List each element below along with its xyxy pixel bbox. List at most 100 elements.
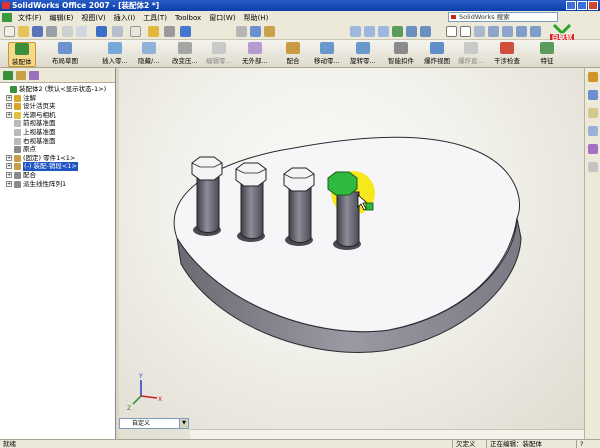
svg-text:Z: Z — [127, 405, 131, 412]
hide-show-icon — [141, 42, 156, 54]
property-manager-tab-icon[interactable] — [16, 71, 26, 80]
copy-icon[interactable] — [76, 26, 87, 37]
cmd-interference-detection[interactable]: 干涉检查 — [494, 42, 520, 65]
minimize-button[interactable] — [566, 1, 576, 10]
maximize-button[interactable] — [577, 1, 587, 10]
pin-3[interactable] — [283, 167, 315, 246]
cmd-rotate-component[interactable]: 旋转零... — [350, 42, 376, 65]
menu-edit[interactable]: 编辑(E) — [46, 13, 78, 23]
configuration-manager-tab-icon[interactable] — [29, 71, 39, 80]
shaded-icon[interactable] — [474, 26, 485, 37]
pan-icon[interactable] — [406, 26, 417, 37]
realview-icon[interactable] — [516, 26, 527, 37]
standard-views-icon[interactable] — [420, 26, 431, 37]
cmd-exploded-view[interactable]: 爆炸视图 — [424, 42, 450, 65]
grid-icon[interactable] — [236, 26, 247, 37]
chevron-down-icon[interactable]: ▼ — [179, 419, 188, 428]
home-icon[interactable] — [588, 72, 598, 82]
measure-icon[interactable] — [264, 26, 275, 37]
expand-icon[interactable]: + — [6, 154, 12, 161]
cmd-assembly-tab[interactable]: 装配体 — [8, 42, 36, 67]
cmd-no-external-refs[interactable]: 无外部... — [242, 42, 268, 65]
menu-insert[interactable]: 插入(I) — [110, 13, 140, 23]
options-icon[interactable] — [164, 26, 175, 37]
tree-item[interactable]: + 注解 — [0, 94, 115, 103]
part-icon — [14, 163, 21, 171]
tree-item[interactable]: 原点 — [0, 145, 115, 154]
horizontal-scrollbar[interactable] — [190, 429, 584, 439]
tree-item[interactable]: 装配体2 (默认<显示状态-1>) — [0, 85, 115, 94]
tree-item[interactable]: + 光源与相机 — [0, 111, 115, 120]
cmd-change-suppression[interactable]: 改变压... — [172, 42, 198, 65]
expand-icon[interactable]: + — [6, 103, 12, 110]
expand-icon[interactable]: + — [6, 94, 12, 101]
file-explorer-icon[interactable] — [588, 108, 598, 118]
design-library-icon[interactable] — [588, 90, 598, 100]
search-input[interactable]: SolidWorks 搜索 — [448, 12, 558, 22]
menu-toolbox[interactable]: Toolbox — [171, 14, 205, 22]
appearances-icon[interactable] — [588, 162, 598, 172]
tree-item[interactable]: 右视基准面 — [0, 137, 115, 146]
panel-tabs — [0, 68, 115, 83]
print-icon[interactable] — [46, 26, 57, 37]
undo-icon[interactable] — [96, 26, 107, 37]
wireframe-icon[interactable] — [446, 26, 457, 37]
cmd-move-component[interactable]: 移动零... — [314, 42, 340, 65]
cmd-smart-fasteners[interactable]: 智能扣件 — [388, 42, 414, 65]
status-help[interactable]: ? — [576, 440, 586, 448]
menu-view[interactable]: 视图(V) — [77, 13, 109, 23]
tree-item[interactable]: + 设计活页夹 — [0, 102, 115, 111]
pin-2[interactable] — [235, 162, 267, 242]
zoom-area-icon[interactable] — [364, 26, 375, 37]
cmd-layout-sketch[interactable]: 布局草图 — [52, 42, 78, 65]
zoom-in-out-icon[interactable] — [378, 26, 389, 37]
save-icon[interactable] — [32, 26, 43, 37]
menu-tools[interactable]: 工具(T) — [139, 13, 171, 23]
tree-item[interactable]: 前视基准面 — [0, 119, 115, 128]
cut-icon[interactable] — [62, 26, 73, 37]
tree-item[interactable]: + (-) 装配-销段<1> — [0, 162, 115, 171]
menu-window[interactable]: 窗口(W) — [205, 13, 239, 23]
menu-file[interactable]: 文件(F) — [14, 13, 46, 23]
view-palette-icon[interactable] — [588, 144, 598, 154]
shaded-edges-icon[interactable] — [488, 26, 499, 37]
tree-item[interactable]: + 派生线性阵列1 — [0, 180, 115, 189]
section-view-icon[interactable] — [502, 26, 513, 37]
close-button[interactable] — [588, 1, 598, 10]
graphics-area[interactable]: Y X Z — [119, 68, 584, 439]
tree-item[interactable]: + 配合 — [0, 171, 115, 180]
cmd-insert-component[interactable]: 插入零... — [102, 42, 128, 65]
new-icon[interactable] — [4, 26, 15, 37]
expand-icon[interactable]: + — [6, 163, 12, 170]
menu-help[interactable]: 帮助(H) — [240, 13, 273, 23]
expand-icon[interactable]: + — [6, 180, 12, 187]
help-icon[interactable] — [180, 26, 191, 37]
tree-item-label: 右视基准面 — [23, 136, 56, 145]
rebuild-icon[interactable] — [148, 26, 159, 37]
feature-manager-tab-icon[interactable] — [3, 71, 13, 80]
shadows-icon[interactable] — [530, 26, 541, 37]
search-dropdown-icon[interactable] — [451, 15, 456, 19]
configuration-select[interactable]: 自定义 ▼ — [119, 418, 189, 429]
hidden-lines-icon[interactable] — [460, 26, 471, 37]
features-icon — [540, 42, 554, 54]
open-icon[interactable] — [18, 26, 29, 37]
redo-icon[interactable] — [112, 26, 123, 37]
assembly-model[interactable]: Y X Z — [119, 68, 584, 439]
cmd-hide-show[interactable]: 隐藏/... — [138, 42, 159, 65]
rotate-icon[interactable] — [392, 26, 403, 37]
cmd-edit-component[interactable]: 编辑零... — [206, 42, 232, 65]
cmd-features[interactable]: 特征 — [540, 42, 554, 65]
zoom-fit-icon[interactable] — [350, 26, 361, 37]
tree-item[interactable]: 上视基准面 — [0, 128, 115, 137]
expand-icon[interactable]: + — [6, 111, 12, 118]
select-icon[interactable] — [130, 26, 141, 37]
cmd-explode-line[interactable]: 爆炸直... — [458, 42, 484, 65]
layout-sketch-icon — [58, 42, 72, 54]
search-results-icon[interactable] — [588, 126, 598, 136]
pin-1[interactable] — [191, 156, 223, 236]
cmd-mate[interactable]: 配合 — [286, 42, 300, 65]
expand-icon[interactable]: + — [6, 171, 12, 178]
sketch-icon[interactable] — [250, 26, 261, 37]
mate-icon — [14, 171, 21, 179]
